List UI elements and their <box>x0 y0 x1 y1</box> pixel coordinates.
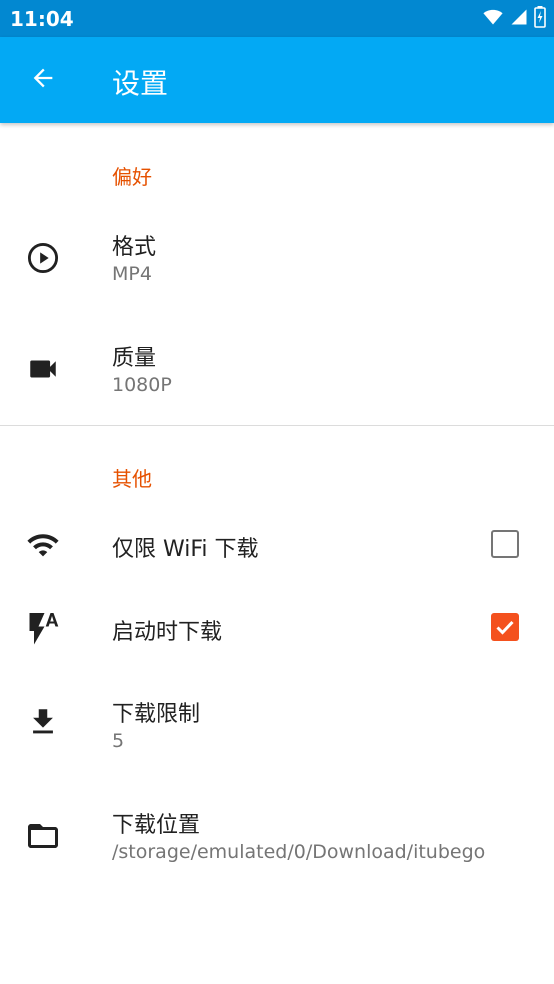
setting-download-limit-title: 下载限制 <box>112 702 201 727</box>
setting-download-on-start-title: 启动时下载 <box>112 620 223 645</box>
wifi-only-checkbox[interactable] <box>491 530 519 558</box>
status-bar: 11:04 <box>0 0 554 37</box>
setting-wifi-only-title: 仅限 WiFi 下载 <box>112 537 259 562</box>
setting-download-location-value: /storage/emulated/0/Download/itubego <box>112 841 486 863</box>
setting-quality-title: 质量 <box>112 346 157 371</box>
wifi-icon <box>24 526 62 564</box>
status-icons <box>482 6 546 32</box>
videocam-icon <box>24 350 62 388</box>
setting-format-value: MP4 <box>112 263 152 285</box>
signal-icon <box>510 7 528 31</box>
section-divider <box>0 425 554 426</box>
app-bar: 设置 <box>0 37 554 123</box>
page-title: 设置 <box>112 67 169 100</box>
back-button[interactable] <box>22 59 64 101</box>
check-icon <box>496 620 514 635</box>
section-header-other: 其他 <box>112 467 152 491</box>
wifi-icon <box>482 7 504 31</box>
section-header-preferences: 偏好 <box>112 165 152 189</box>
battery-icon <box>534 6 546 32</box>
setting-format-title: 格式 <box>112 235 157 260</box>
setting-wifi-only[interactable]: 仅限 WiFi 下载 <box>0 510 554 580</box>
setting-download-on-start[interactable]: 启动时下载 <box>0 593 554 663</box>
status-time: 11:04 <box>10 7 74 31</box>
folder-icon <box>24 817 62 855</box>
download-icon <box>24 703 62 741</box>
setting-download-limit[interactable]: 下载限制 5 <box>0 675 554 781</box>
flash-auto-icon <box>24 609 62 647</box>
play-circle-icon <box>24 239 62 277</box>
setting-download-limit-value: 5 <box>112 730 125 752</box>
download-on-start-checkbox[interactable] <box>491 613 519 641</box>
setting-download-location[interactable]: 下载位置 /storage/emulated/0/Download/itubeg… <box>0 786 554 892</box>
arrow-back-icon <box>29 64 57 96</box>
setting-download-location-title: 下载位置 <box>112 813 201 838</box>
setting-quality[interactable]: 质量 1080P <box>0 316 554 422</box>
setting-format[interactable]: 格式 MP4 <box>0 205 554 311</box>
setting-quality-value: 1080P <box>112 374 172 396</box>
